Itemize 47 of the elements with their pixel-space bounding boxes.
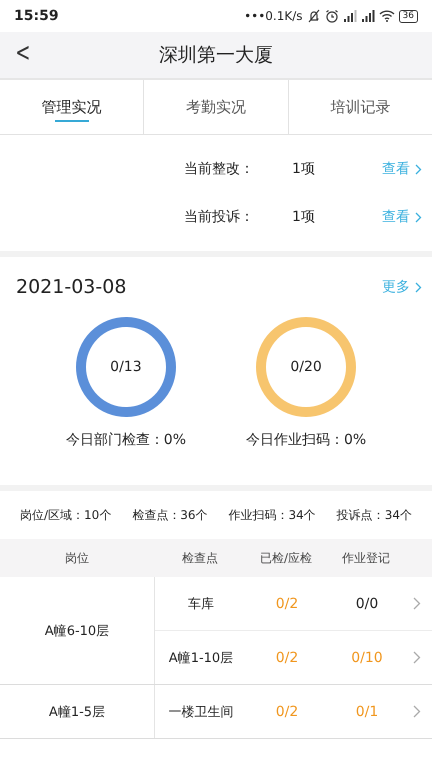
bell-muted-icon: [306, 9, 321, 23]
column-header: 作业登记: [341, 550, 391, 566]
summary-stat: 检查点：36个: [132, 506, 208, 524]
summary-stat: 岗位/区域：10个: [20, 506, 112, 524]
summary-stat: 投诉点：34个: [336, 506, 412, 524]
ring-value: 0/13: [110, 359, 142, 375]
table-cell-text: 0/2: [274, 650, 300, 666]
alarm-icon: [324, 9, 339, 23]
ring-caption: 今日部门检查：0%: [66, 431, 186, 449]
chevron-right-icon: [415, 212, 422, 222]
table-cell-text: 0/0: [354, 596, 380, 612]
issue-count: 1项: [292, 160, 316, 178]
table-row[interactable]: 车库 0/2 0/0: [155, 577, 432, 631]
table-cell-text: A幢1-10层: [168, 650, 234, 666]
issue-count: 1项: [292, 208, 316, 226]
table-cell: A幢6-10层: [0, 577, 155, 684]
chevron-right-icon: [415, 282, 422, 292]
issue-label: 当前整改：: [184, 160, 255, 178]
date-label: 2021-03-08: [16, 276, 126, 298]
table-cell-text: 0/1: [354, 704, 380, 720]
back-button[interactable]: <: [12, 38, 34, 68]
ring-caption: 今日作业扫码：0%: [246, 431, 366, 449]
signal-icon: [360, 10, 375, 22]
table-cell-text: 0/2: [274, 704, 300, 720]
battery-level: 36: [398, 10, 418, 22]
column-header: 岗位: [64, 550, 90, 566]
chevron-right-icon: [413, 651, 421, 664]
issue-label: 当前投诉：: [184, 208, 255, 226]
table-cell-text: 0/10: [350, 650, 384, 666]
chevron-right-icon: [413, 597, 421, 610]
wifi-icon: [378, 10, 395, 22]
ring-value: 0/20: [290, 359, 322, 375]
table-row[interactable]: 一楼卫生间 0/2 0/1: [155, 685, 432, 738]
page-title: 深圳第一大厦: [159, 43, 273, 68]
status-time: 15:59: [14, 8, 59, 24]
column-header: 检查点: [181, 550, 219, 566]
chevron-right-icon: [413, 705, 421, 718]
table-cell-text: 一楼卫生间: [168, 704, 234, 720]
summary-stat: 作业扫码：34个: [228, 506, 316, 524]
table-cell-text: 车库: [187, 596, 215, 612]
table-cell: A幢1-5层: [0, 685, 155, 738]
chevron-right-icon: [415, 164, 422, 174]
column-header: 已检/应检: [258, 550, 314, 566]
signal-icon: [342, 10, 357, 22]
table-cell-text: 0/2: [274, 596, 300, 612]
table-row[interactable]: A幢1-10层 0/2 0/10: [155, 631, 432, 684]
network-speed: •••0.1K/s: [244, 9, 303, 23]
